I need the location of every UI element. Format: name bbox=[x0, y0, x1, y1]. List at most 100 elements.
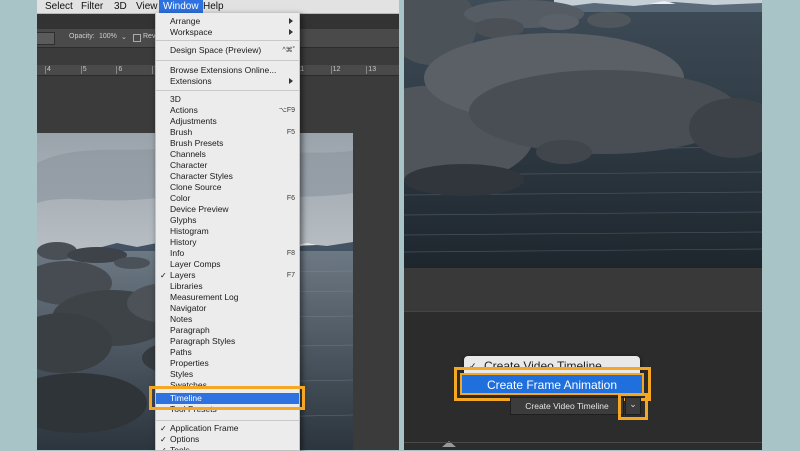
window-menu-item-character[interactable]: Character bbox=[156, 160, 299, 171]
opacity-label: Opacity: bbox=[69, 33, 95, 40]
menu-filter[interactable]: Filter bbox=[77, 0, 107, 13]
menu-item-label: Character bbox=[170, 160, 208, 170]
window-menu-item-history[interactable]: History bbox=[156, 237, 299, 248]
ruler-tick-label: 6 bbox=[118, 66, 123, 73]
timeline-highlight-outline bbox=[149, 386, 305, 410]
window-menu-item-design-space-preview[interactable]: Design Space (Preview) ^⌘˚ bbox=[156, 45, 299, 56]
window-menu-item-extensions[interactable]: Extensions bbox=[156, 76, 299, 87]
opacity-value[interactable]: 100% bbox=[99, 33, 117, 40]
menu-select[interactable]: Select bbox=[41, 0, 77, 13]
window-menu-item-measurement-log[interactable]: Measurement Log bbox=[156, 292, 299, 303]
reverse-checkbox[interactable] bbox=[133, 34, 141, 42]
create-video-timeline-button-label: Create Video Timeline bbox=[525, 401, 609, 411]
menu-item-shortcut: ^⌘˚ bbox=[282, 47, 295, 54]
menu-window[interactable]: Window bbox=[159, 0, 203, 13]
menu-item-label: Adjustments bbox=[170, 116, 217, 126]
menu-item-label: Device Preview bbox=[170, 204, 229, 214]
menu-3d[interactable]: 3D bbox=[110, 0, 131, 13]
menu-item-label: Layer Comps bbox=[170, 259, 221, 269]
document-canvas-right[interactable] bbox=[404, 0, 762, 268]
menu-item-shortcut: F6 bbox=[286, 195, 295, 202]
window-menu-item-device-preview[interactable]: Device Preview bbox=[156, 204, 299, 215]
ruler-tick-line bbox=[152, 66, 154, 74]
check-icon: ✓ bbox=[160, 435, 167, 444]
chevron-right-icon bbox=[289, 29, 293, 35]
menu-item-label: Paths bbox=[170, 347, 192, 357]
lake-rocks-photo-closeup bbox=[404, 0, 762, 268]
dropdown-arrow-highlight-outline bbox=[618, 393, 648, 420]
window-menu-item-glyphs[interactable]: Glyphs bbox=[156, 215, 299, 226]
window-menu-item-brush[interactable]: Brush F5 bbox=[156, 127, 299, 138]
window-menu-item-layer-comps[interactable]: Layer Comps bbox=[156, 259, 299, 270]
menu-help[interactable]: Help bbox=[199, 0, 228, 13]
menu-item-label: Workspace bbox=[170, 27, 213, 37]
menu-item-label: Histogram bbox=[170, 226, 209, 236]
ruler-tick-label: 13 bbox=[368, 66, 377, 73]
menu-item-label: Paragraph Styles bbox=[170, 336, 236, 346]
menu-item-label: Brush Presets bbox=[170, 138, 224, 148]
menu-item-label: Glyphs bbox=[170, 215, 197, 225]
check-icon: ✓ bbox=[160, 424, 167, 433]
menu-item-label: Paragraph bbox=[170, 325, 210, 335]
menu-item-label: Navigator bbox=[170, 303, 207, 313]
window-menu-item-brush-presets[interactable]: Brush Presets bbox=[156, 138, 299, 149]
window-menu-item-info[interactable]: Info F8 bbox=[156, 248, 299, 259]
window-menu-item-tools[interactable]: ✓ Tools bbox=[156, 445, 299, 451]
ruler-tick-line bbox=[80, 66, 82, 74]
menu-item-label: Tools bbox=[170, 445, 190, 451]
window-menu-item-actions[interactable]: Actions ⌥F9 bbox=[156, 105, 299, 116]
ruler-tick-label: 5 bbox=[82, 66, 87, 73]
ruler-tick-line bbox=[45, 66, 46, 74]
window-menu-item-libraries[interactable]: Libraries bbox=[156, 281, 299, 292]
tool-preset-picker[interactable] bbox=[37, 32, 55, 45]
chevron-right-icon bbox=[289, 78, 293, 84]
ruler-tick-line bbox=[366, 66, 368, 74]
opacity-chevron-icon[interactable]: ⌄ bbox=[121, 33, 127, 41]
menu-item-label: Color bbox=[170, 193, 191, 203]
create-video-timeline-button[interactable]: Create Video Timeline bbox=[510, 397, 624, 415]
check-icon: ✓ bbox=[160, 446, 167, 451]
window-menu-item-browse-extensions-online[interactable]: Browse Extensions Online... bbox=[156, 65, 299, 76]
timeline-scroll-track bbox=[404, 442, 762, 443]
window-menu-item-histogram[interactable]: Histogram bbox=[156, 226, 299, 237]
window-menu-item-color[interactable]: Color F6 bbox=[156, 193, 299, 204]
window-menu-item-workspace[interactable]: Workspace bbox=[156, 27, 299, 38]
window-menu-item-character-styles[interactable]: Character Styles bbox=[156, 171, 299, 182]
menu-separator bbox=[156, 420, 299, 421]
menu-item-label: Options bbox=[170, 434, 200, 444]
panel-divider bbox=[404, 268, 762, 311]
menu-bar: Select Filter 3D View Window Help bbox=[37, 0, 399, 14]
ruler-tick-label: 12 bbox=[332, 66, 341, 73]
window-menu-item-options[interactable]: ✓ Options bbox=[156, 434, 299, 445]
timeline-zoom-slider-icon[interactable] bbox=[438, 437, 460, 450]
window-menu-item-layers[interactable]: ✓ Layers F7 bbox=[156, 270, 299, 281]
menu-separator bbox=[156, 60, 299, 61]
menu-item-label: Properties bbox=[170, 358, 209, 368]
window-menu-item-notes[interactable]: Notes bbox=[156, 314, 299, 325]
window-menu-item-paths[interactable]: Paths bbox=[156, 347, 299, 358]
create-frame-animation-option[interactable]: Create Frame Animation bbox=[460, 373, 644, 395]
window-menu-item-styles[interactable]: Styles bbox=[156, 369, 299, 380]
menu-item-label: Design Space (Preview) bbox=[170, 45, 262, 55]
window-menu-item-application-frame[interactable]: ✓ Application Frame bbox=[156, 423, 299, 434]
menu-item-label: Actions bbox=[170, 105, 198, 115]
window-menu-item-channels[interactable]: Channels bbox=[156, 149, 299, 160]
window-menu-item-clone-source[interactable]: Clone Source bbox=[156, 182, 299, 193]
menu-item-label: Character Styles bbox=[170, 171, 233, 181]
window-menu-item-arrange[interactable]: Arrange bbox=[156, 16, 299, 27]
window-menu-item-properties[interactable]: Properties bbox=[156, 358, 299, 369]
chevron-right-icon bbox=[289, 18, 293, 24]
window-menu-item-paragraph[interactable]: Paragraph bbox=[156, 325, 299, 336]
window-menu-item-adjustments[interactable]: Adjustments bbox=[156, 116, 299, 127]
menu-item-label: 3D bbox=[170, 94, 181, 104]
menu-item-label: Libraries bbox=[170, 281, 203, 291]
menu-item-label: Info bbox=[170, 248, 185, 258]
check-icon: ✓ bbox=[160, 271, 167, 280]
ruler-tick-label: 4 bbox=[47, 66, 51, 73]
reverse-label: Rev bbox=[143, 33, 156, 40]
window-menu-item-paragraph-styles[interactable]: Paragraph Styles bbox=[156, 336, 299, 347]
menu-view[interactable]: View bbox=[132, 0, 162, 13]
window-menu-item-navigator[interactable]: Navigator bbox=[156, 303, 299, 314]
window-menu-item-3d[interactable]: 3D bbox=[156, 94, 299, 105]
menu-item-label: History bbox=[170, 237, 197, 247]
